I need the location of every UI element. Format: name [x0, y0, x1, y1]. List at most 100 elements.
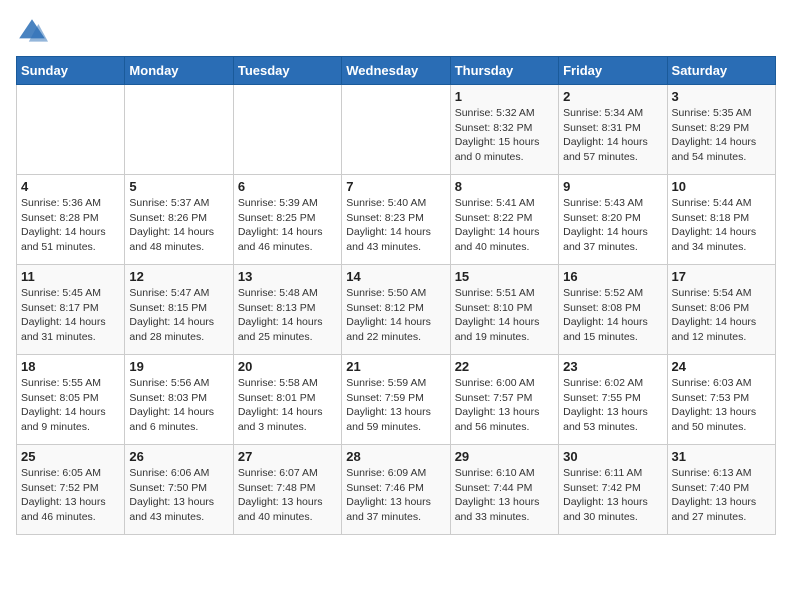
day-number: 6 — [238, 179, 337, 194]
day-info: Sunrise: 6:10 AM Sunset: 7:44 PM Dayligh… — [455, 466, 554, 525]
calendar-cell: 30 Sunrise: 6:11 AM Sunset: 7:42 PM Dayli… — [559, 445, 667, 535]
weekday-header-sunday: Sunday — [17, 57, 125, 85]
calendar-week-1: 4 Sunrise: 5:36 AM Sunset: 8:28 PM Daylig… — [17, 175, 776, 265]
day-number: 29 — [455, 449, 554, 464]
calendar-cell: 21 Sunrise: 5:59 AM Sunset: 7:59 PM Dayli… — [342, 355, 450, 445]
logo-icon — [16, 16, 48, 48]
calendar-cell: 26 Sunrise: 6:06 AM Sunset: 7:50 PM Dayli… — [125, 445, 233, 535]
calendar-cell: 23Sunrise: 6:02 AM Sunset: 7:55 PM Dayli… — [559, 355, 667, 445]
day-info: Sunrise: 5:34 AM Sunset: 8:31 PM Dayligh… — [563, 106, 662, 165]
day-number: 20 — [238, 359, 337, 374]
calendar-cell: 4 Sunrise: 5:36 AM Sunset: 8:28 PM Daylig… — [17, 175, 125, 265]
day-number: 10 — [672, 179, 771, 194]
calendar-cell — [233, 85, 341, 175]
calendar-cell: 2Sunrise: 5:34 AM Sunset: 8:31 PM Daylig… — [559, 85, 667, 175]
calendar-cell: 14 Sunrise: 5:50 AM Sunset: 8:12 PM Dayli… — [342, 265, 450, 355]
day-number: 7 — [346, 179, 445, 194]
day-info: Sunrise: 5:36 AM Sunset: 8:28 PM Dayligh… — [21, 196, 120, 255]
day-number: 9 — [563, 179, 662, 194]
day-number: 28 — [346, 449, 445, 464]
logo — [16, 16, 52, 48]
calendar-cell: 27 Sunrise: 6:07 AM Sunset: 7:48 PM Dayli… — [233, 445, 341, 535]
day-info: Sunrise: 5:35 AM Sunset: 8:29 PM Dayligh… — [672, 106, 771, 165]
calendar-cell: 18Sunrise: 5:55 AM Sunset: 8:05 PM Dayli… — [17, 355, 125, 445]
day-info: Sunrise: 6:07 AM Sunset: 7:48 PM Dayligh… — [238, 466, 337, 525]
weekday-header-tuesday: Tuesday — [233, 57, 341, 85]
day-info: Sunrise: 5:50 AM Sunset: 8:12 PM Dayligh… — [346, 286, 445, 345]
day-number: 4 — [21, 179, 120, 194]
calendar-cell: 12 Sunrise: 5:47 AM Sunset: 8:15 PM Dayli… — [125, 265, 233, 355]
day-info: Sunrise: 5:45 AM Sunset: 8:17 PM Dayligh… — [21, 286, 120, 345]
calendar-cell: 25 Sunrise: 6:05 AM Sunset: 7:52 PM Dayli… — [17, 445, 125, 535]
day-info: Sunrise: 6:11 AM Sunset: 7:42 PM Dayligh… — [563, 466, 662, 525]
day-number: 30 — [563, 449, 662, 464]
day-number: 17 — [672, 269, 771, 284]
calendar-cell: 13 Sunrise: 5:48 AM Sunset: 8:13 PM Dayli… — [233, 265, 341, 355]
day-number: 13 — [238, 269, 337, 284]
day-info: Sunrise: 6:00 AM Sunset: 7:57 PM Dayligh… — [455, 376, 554, 435]
calendar-cell — [17, 85, 125, 175]
calendar-week-3: 18Sunrise: 5:55 AM Sunset: 8:05 PM Dayli… — [17, 355, 776, 445]
day-info: Sunrise: 5:39 AM Sunset: 8:25 PM Dayligh… — [238, 196, 337, 255]
day-info: Sunrise: 6:06 AM Sunset: 7:50 PM Dayligh… — [129, 466, 228, 525]
day-number: 22 — [455, 359, 554, 374]
weekday-header-friday: Friday — [559, 57, 667, 85]
day-number: 18 — [21, 359, 120, 374]
day-number: 21 — [346, 359, 445, 374]
calendar-cell: 31Sunrise: 6:13 AM Sunset: 7:40 PM Dayli… — [667, 445, 775, 535]
calendar-cell: 24Sunrise: 6:03 AM Sunset: 7:53 PM Dayli… — [667, 355, 775, 445]
page-header — [16, 16, 776, 48]
calendar-cell: 22 Sunrise: 6:00 AM Sunset: 7:57 PM Dayli… — [450, 355, 558, 445]
day-number: 19 — [129, 359, 228, 374]
day-number: 16 — [563, 269, 662, 284]
day-info: Sunrise: 5:41 AM Sunset: 8:22 PM Dayligh… — [455, 196, 554, 255]
calendar-cell: 20Sunrise: 5:58 AM Sunset: 8:01 PM Dayli… — [233, 355, 341, 445]
day-info: Sunrise: 5:47 AM Sunset: 8:15 PM Dayligh… — [129, 286, 228, 345]
calendar-body: 1Sunrise: 5:32 AM Sunset: 8:32 PM Daylig… — [17, 85, 776, 535]
calendar-cell: 10 Sunrise: 5:44 AM Sunset: 8:18 PM Dayli… — [667, 175, 775, 265]
calendar-cell: 15 Sunrise: 5:51 AM Sunset: 8:10 PM Dayli… — [450, 265, 558, 355]
weekday-header-thursday: Thursday — [450, 57, 558, 85]
day-number: 14 — [346, 269, 445, 284]
day-number: 11 — [21, 269, 120, 284]
day-info: Sunrise: 5:44 AM Sunset: 8:18 PM Dayligh… — [672, 196, 771, 255]
day-info: Sunrise: 6:05 AM Sunset: 7:52 PM Dayligh… — [21, 466, 120, 525]
calendar-cell: 1Sunrise: 5:32 AM Sunset: 8:32 PM Daylig… — [450, 85, 558, 175]
calendar-week-2: 11 Sunrise: 5:45 AM Sunset: 8:17 PM Dayli… — [17, 265, 776, 355]
day-info: Sunrise: 5:40 AM Sunset: 8:23 PM Dayligh… — [346, 196, 445, 255]
calendar-week-4: 25 Sunrise: 6:05 AM Sunset: 7:52 PM Dayli… — [17, 445, 776, 535]
day-number: 26 — [129, 449, 228, 464]
day-info: Sunrise: 5:54 AM Sunset: 8:06 PM Dayligh… — [672, 286, 771, 345]
day-number: 23 — [563, 359, 662, 374]
day-info: Sunrise: 5:48 AM Sunset: 8:13 PM Dayligh… — [238, 286, 337, 345]
weekday-header-monday: Monday — [125, 57, 233, 85]
calendar-cell: 19 Sunrise: 5:56 AM Sunset: 8:03 PM Dayli… — [125, 355, 233, 445]
day-info: Sunrise: 5:51 AM Sunset: 8:10 PM Dayligh… — [455, 286, 554, 345]
day-info: Sunrise: 5:52 AM Sunset: 8:08 PM Dayligh… — [563, 286, 662, 345]
calendar-header: SundayMondayTuesdayWednesdayThursdayFrid… — [17, 57, 776, 85]
day-info: Sunrise: 5:32 AM Sunset: 8:32 PM Dayligh… — [455, 106, 554, 165]
day-info: Sunrise: 5:56 AM Sunset: 8:03 PM Dayligh… — [129, 376, 228, 435]
day-number: 31 — [672, 449, 771, 464]
calendar-cell: 29 Sunrise: 6:10 AM Sunset: 7:44 PM Dayli… — [450, 445, 558, 535]
day-info: Sunrise: 5:43 AM Sunset: 8:20 PM Dayligh… — [563, 196, 662, 255]
day-number: 15 — [455, 269, 554, 284]
calendar-cell: 8 Sunrise: 5:41 AM Sunset: 8:22 PM Daylig… — [450, 175, 558, 265]
calendar-cell: 6 Sunrise: 5:39 AM Sunset: 8:25 PM Daylig… — [233, 175, 341, 265]
calendar-cell: 17 Sunrise: 5:54 AM Sunset: 8:06 PM Dayli… — [667, 265, 775, 355]
calendar-cell: 5 Sunrise: 5:37 AM Sunset: 8:26 PM Daylig… — [125, 175, 233, 265]
calendar-cell — [125, 85, 233, 175]
day-number: 25 — [21, 449, 120, 464]
calendar-table: SundayMondayTuesdayWednesdayThursdayFrid… — [16, 56, 776, 535]
calendar-cell: 16 Sunrise: 5:52 AM Sunset: 8:08 PM Dayli… — [559, 265, 667, 355]
day-number: 27 — [238, 449, 337, 464]
calendar-cell: 9 Sunrise: 5:43 AM Sunset: 8:20 PM Daylig… — [559, 175, 667, 265]
day-info: Sunrise: 5:59 AM Sunset: 7:59 PM Dayligh… — [346, 376, 445, 435]
calendar-cell: 3Sunrise: 5:35 AM Sunset: 8:29 PM Daylig… — [667, 85, 775, 175]
day-number: 5 — [129, 179, 228, 194]
day-number: 12 — [129, 269, 228, 284]
day-number: 8 — [455, 179, 554, 194]
day-info: Sunrise: 5:37 AM Sunset: 8:26 PM Dayligh… — [129, 196, 228, 255]
calendar-cell — [342, 85, 450, 175]
calendar-cell: 11 Sunrise: 5:45 AM Sunset: 8:17 PM Dayli… — [17, 265, 125, 355]
